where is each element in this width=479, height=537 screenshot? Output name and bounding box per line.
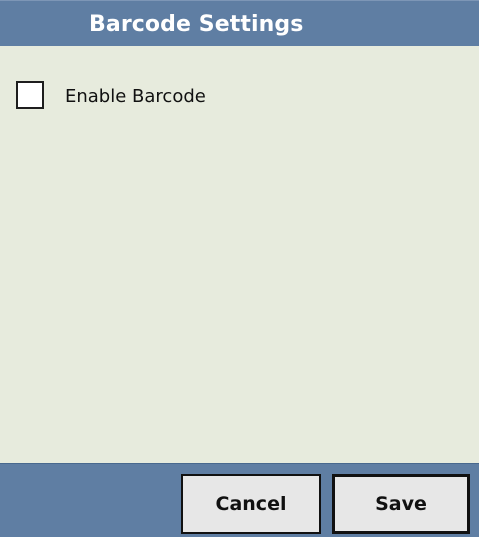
page-title: Barcode Settings xyxy=(89,12,304,37)
enable-barcode-checkbox[interactable] xyxy=(16,81,44,109)
barcode-settings-window: Barcode Settings Enable Barcode Cancel S… xyxy=(0,0,479,537)
cancel-button[interactable]: Cancel xyxy=(181,474,321,534)
title-bar: Barcode Settings xyxy=(0,0,479,46)
save-button[interactable]: Save xyxy=(332,474,470,534)
bottom-button-bar: Cancel Save xyxy=(0,463,479,537)
enable-barcode-label[interactable]: Enable Barcode xyxy=(65,86,206,108)
settings-content: Enable Barcode xyxy=(0,46,479,463)
